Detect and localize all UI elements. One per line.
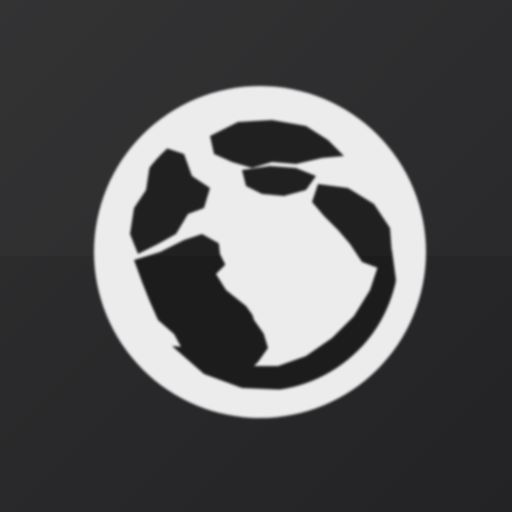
globe-icon [92,84,428,420]
app-icon-tile[interactable] [0,0,512,512]
globe-svg [94,86,426,418]
